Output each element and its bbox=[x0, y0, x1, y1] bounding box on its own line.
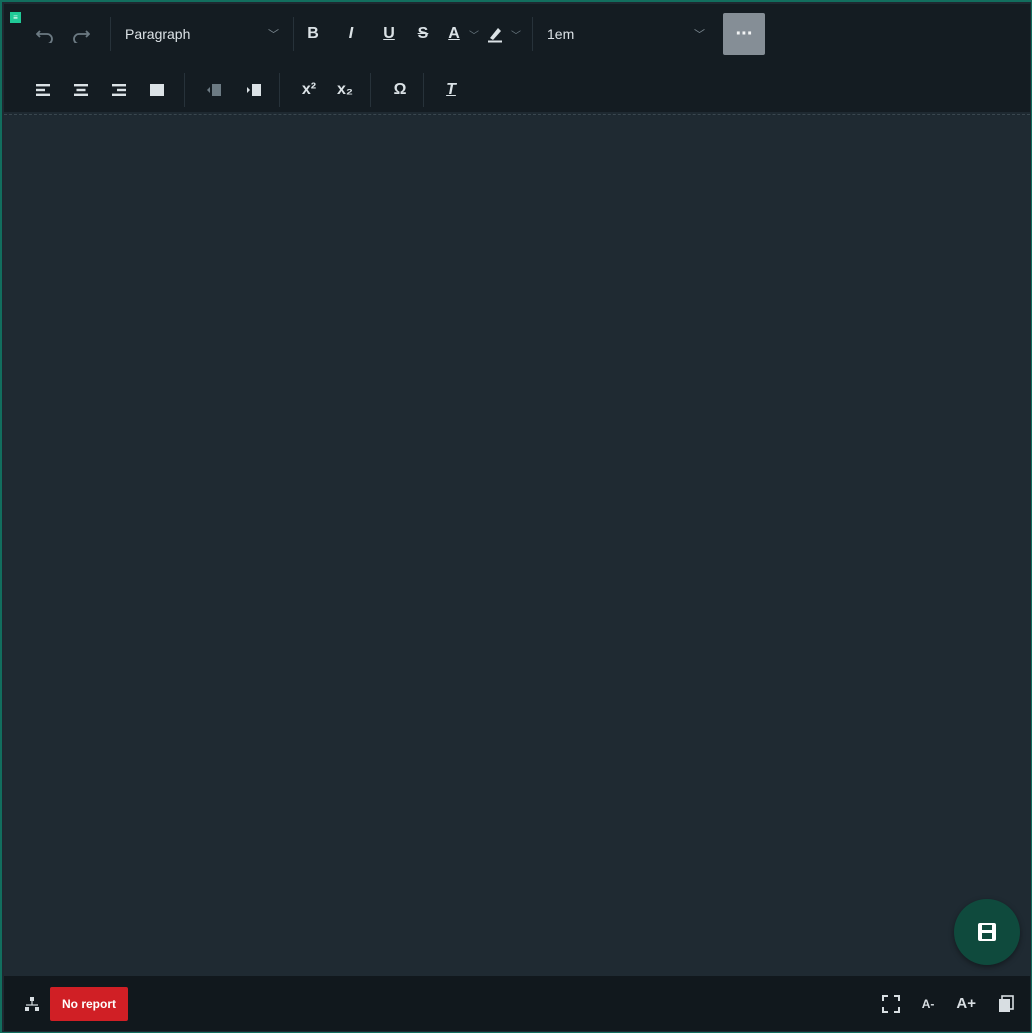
align-left-icon bbox=[36, 84, 50, 96]
toolbar-row-2: x² x₂ Ω T bbox=[4, 64, 466, 116]
text-color-button[interactable]: A bbox=[442, 17, 466, 51]
separator bbox=[370, 73, 371, 107]
toolbar-row-1: Paragraph ﹀ B I U S A ﹀ ﹀ 1em ﹀ ··· bbox=[4, 8, 765, 60]
status-bar: No report A- A+ bbox=[4, 976, 1030, 1031]
align-right-button[interactable] bbox=[104, 73, 134, 107]
align-left-button[interactable] bbox=[28, 73, 58, 107]
align-justify-icon bbox=[150, 84, 164, 96]
clear-formatting-button[interactable]: T bbox=[436, 73, 466, 107]
save-button[interactable] bbox=[954, 899, 1020, 965]
separator bbox=[184, 73, 185, 107]
editor-content-area[interactable] bbox=[4, 116, 1030, 976]
highlighter-icon bbox=[488, 28, 502, 43]
highlight-chevron-icon[interactable]: ﹀ bbox=[508, 17, 524, 51]
tree-structure-icon bbox=[25, 996, 39, 1011]
outdent-icon bbox=[207, 84, 221, 96]
separator bbox=[110, 17, 111, 51]
report-status-badge[interactable]: No report bbox=[50, 986, 128, 1021]
separator bbox=[532, 17, 533, 51]
highlight-color-button[interactable] bbox=[482, 17, 508, 51]
status-actions: A- A+ bbox=[881, 994, 1014, 1013]
copy-icon bbox=[999, 994, 1014, 1012]
align-center-button[interactable] bbox=[66, 73, 96, 107]
superscript-button[interactable]: x² bbox=[294, 73, 324, 107]
fullscreen-button[interactable] bbox=[881, 994, 900, 1013]
font-decrease-button[interactable]: A- bbox=[922, 997, 935, 1011]
copy-button[interactable] bbox=[998, 994, 1014, 1013]
separator bbox=[279, 73, 280, 107]
font-size-value: 1em bbox=[547, 26, 575, 42]
indent-button[interactable] bbox=[239, 73, 269, 107]
align-center-icon bbox=[74, 84, 88, 96]
corner-badge: ≡ bbox=[10, 12, 21, 23]
font-increase-button[interactable]: A+ bbox=[956, 995, 976, 1012]
toolbar-divider bbox=[4, 114, 1030, 115]
chevron-down-icon: ﹀ bbox=[268, 29, 279, 41]
align-justify-button[interactable] bbox=[142, 73, 172, 107]
special-character-button[interactable]: Ω bbox=[385, 73, 415, 107]
chevron-down-icon: ﹀ bbox=[694, 29, 705, 41]
font-size-select[interactable]: 1em ﹀ bbox=[537, 17, 715, 51]
underline-button[interactable]: U bbox=[374, 17, 404, 51]
undo-icon bbox=[36, 30, 53, 43]
separator bbox=[423, 73, 424, 107]
save-icon bbox=[978, 923, 996, 941]
more-options-button[interactable]: ··· bbox=[723, 13, 765, 55]
redo-icon bbox=[73, 30, 90, 43]
block-format-select[interactable]: Paragraph ﹀ bbox=[115, 17, 289, 51]
subscript-button[interactable]: x₂ bbox=[330, 73, 360, 107]
indent-icon bbox=[247, 84, 261, 96]
align-right-icon bbox=[112, 84, 126, 96]
text-color-chevron-icon[interactable]: ﹀ bbox=[466, 17, 482, 51]
redo-button[interactable] bbox=[66, 17, 96, 51]
block-format-value: Paragraph bbox=[125, 26, 191, 42]
editor-toolbar: Paragraph ﹀ B I U S A ﹀ ﹀ 1em ﹀ ··· x² x… bbox=[4, 4, 1030, 112]
outdent-button[interactable] bbox=[199, 73, 229, 107]
italic-button[interactable]: I bbox=[336, 17, 366, 51]
undo-button[interactable] bbox=[30, 17, 60, 51]
bold-button[interactable]: B bbox=[298, 17, 328, 51]
separator bbox=[293, 17, 294, 51]
fullscreen-icon bbox=[881, 994, 900, 1013]
strikethrough-button[interactable]: S bbox=[408, 17, 438, 51]
editor-frame: ≡ Paragraph ﹀ B I U S A ﹀ ﹀ 1em ﹀ ··· x²… bbox=[0, 0, 1032, 1033]
tree-structure-button[interactable] bbox=[24, 996, 40, 1012]
